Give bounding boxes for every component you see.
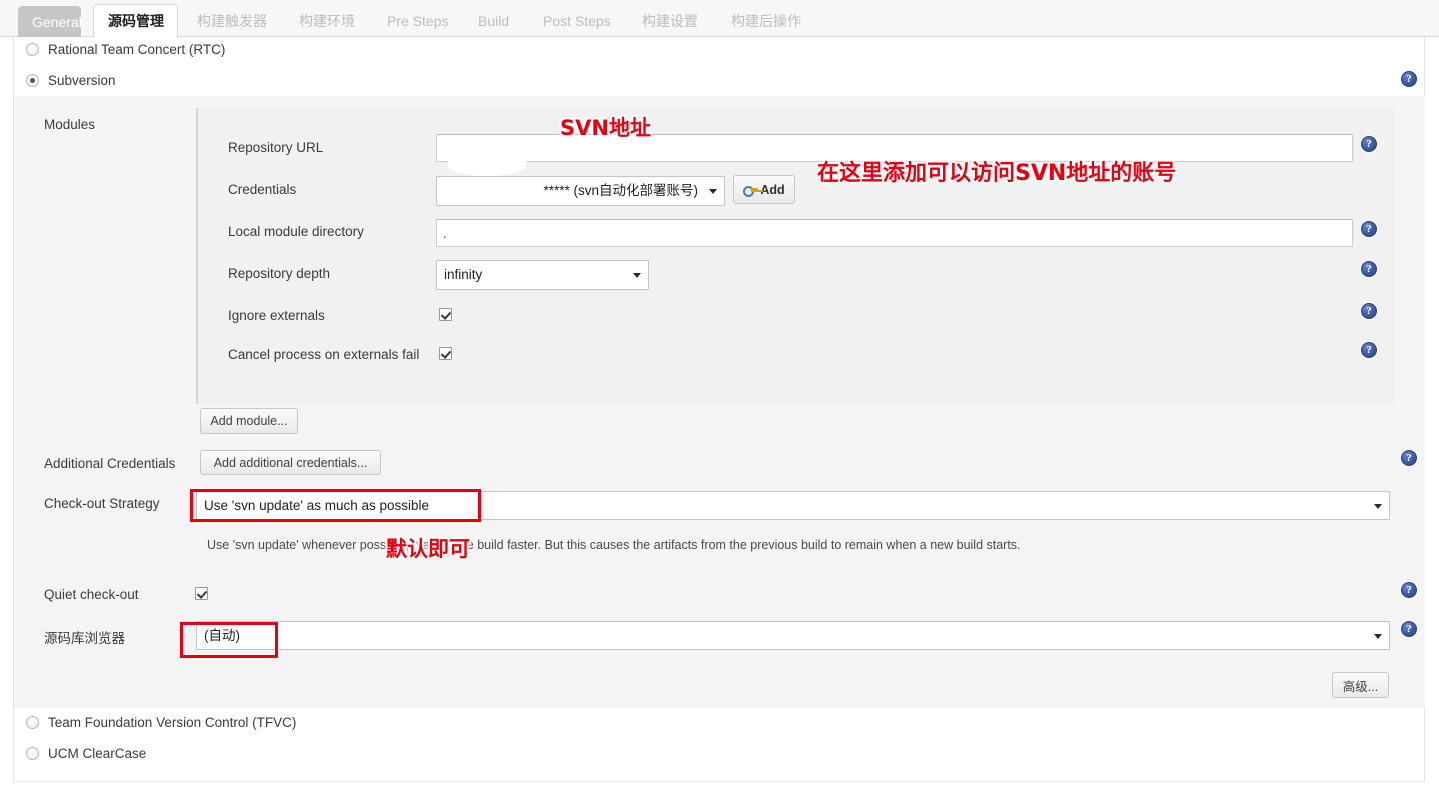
help-icon-repository-url[interactable]: ?	[1361, 136, 1377, 152]
annotation-default-ok: 默认即可	[386, 537, 470, 561]
help-icon-repository-browser[interactable]: ?	[1401, 621, 1417, 637]
tab-post-build-actions[interactable]: 构建后操作	[717, 4, 814, 37]
add-module-button[interactable]: Add module...	[200, 408, 298, 434]
help-icon-additional-credentials[interactable]: ?	[1401, 450, 1417, 466]
repository-browser-select[interactable]: (自动)	[196, 621, 1390, 650]
repository-depth-select-value: infinity	[444, 267, 483, 282]
checkout-strategy-label: Check-out Strategy	[44, 496, 160, 511]
cancel-process-on-externals-fail-label: Cancel process on externals fail	[228, 347, 420, 362]
scm-radio-ucm-clearcase[interactable]: UCM ClearCase	[26, 746, 146, 761]
scm-radio-ucm-clearcase-label: UCM ClearCase	[48, 746, 147, 761]
credentials-select-value: ***** (svn自动化部署账号)	[543, 183, 698, 198]
chevron-down-icon	[1374, 633, 1382, 639]
annotation-add-credentials: 在这里添加可以访问SVN地址的账号	[817, 161, 1177, 186]
scm-radio-tfvc[interactable]: Team Foundation Version Control (TFVC)	[26, 715, 296, 730]
help-icon-local-module-directory[interactable]: ?	[1361, 221, 1377, 237]
repository-depth-label: Repository depth	[228, 266, 331, 281]
chevron-down-icon	[633, 273, 641, 278]
repository-browser-label: 源码库浏览器	[44, 631, 125, 646]
quiet-checkout-checkbox[interactable]	[195, 587, 208, 600]
scm-radio-rtc[interactable]: Rational Team Concert (RTC)	[26, 42, 225, 57]
tab-build[interactable]: Build	[464, 4, 520, 37]
ignore-externals-label: Ignore externals	[228, 308, 325, 323]
key-icon	[743, 184, 759, 197]
checkout-strategy-select-value: Use 'svn update' as much as possible	[204, 498, 430, 513]
ignore-externals-checkbox[interactable]	[439, 308, 452, 321]
add-credentials-button[interactable]: Add	[733, 175, 795, 204]
chevron-down-icon	[1374, 503, 1382, 509]
tab-build-environment[interactable]: 构建环境	[285, 4, 369, 37]
tab-post-steps[interactable]: Post Steps	[529, 4, 620, 37]
advanced-button[interactable]: 高级...	[1332, 672, 1389, 698]
credentials-select[interactable]: ***** (svn自动化部署账号)	[436, 176, 725, 206]
quiet-checkout-label: Quiet check-out	[44, 587, 139, 602]
add-credentials-button-label: Add	[760, 182, 785, 197]
repository-url-redaction	[448, 150, 526, 176]
checkout-strategy-description: Use 'svn update' whenever possible, maki…	[207, 538, 1021, 552]
annotation-svn-url: SVN地址	[560, 116, 651, 140]
jenkins-scm-config-page: General 源码管理 构建触发器 构建环境 Pre Steps Build …	[0, 0, 1439, 789]
scm-radio-subversion[interactable]: Subversion	[26, 73, 116, 88]
add-additional-credentials-button[interactable]: Add additional credentials...	[200, 450, 381, 475]
help-icon-cancel-process-on-externals-fail[interactable]: ?	[1361, 342, 1377, 358]
modules-section-label: Modules	[44, 117, 96, 132]
scm-radio-tfvc-label: Team Foundation Version Control (TFVC)	[48, 715, 297, 730]
tab-source-code-mgmt[interactable]: 源码管理	[93, 4, 178, 38]
credentials-label: Credentials	[228, 182, 297, 197]
scm-radio-subversion-label: Subversion	[48, 73, 116, 88]
local-module-directory-label: Local module directory	[228, 224, 364, 239]
cancel-process-on-externals-fail-checkbox[interactable]	[439, 347, 452, 360]
radio-tfvc-indicator	[26, 716, 39, 729]
help-icon-repository-depth[interactable]: ?	[1361, 261, 1377, 277]
tab-build-settings[interactable]: 构建设置	[628, 4, 712, 37]
radio-subversion-indicator	[26, 74, 39, 87]
scm-radio-rtc-label: Rational Team Concert (RTC)	[48, 42, 226, 57]
radio-rtc-indicator	[26, 43, 39, 56]
tab-build-triggers[interactable]: 构建触发器	[183, 4, 281, 37]
additional-credentials-label: Additional Credentials	[44, 456, 176, 471]
help-icon-ignore-externals[interactable]: ?	[1361, 303, 1377, 319]
checkout-strategy-select[interactable]: Use 'svn update' as much as possible	[196, 491, 1390, 520]
config-tab-bar: General 源码管理 构建触发器 构建环境 Pre Steps Build …	[0, 0, 1439, 38]
repository-url-label: Repository URL	[228, 140, 324, 155]
radio-ucm-clearcase-indicator	[26, 747, 39, 760]
chevron-down-icon	[709, 189, 717, 194]
tab-pre-steps[interactable]: Pre Steps	[373, 4, 455, 37]
repository-browser-select-value: (自动)	[204, 628, 240, 643]
tab-general[interactable]: General	[18, 6, 82, 37]
help-icon-subversion[interactable]: ?	[1401, 71, 1417, 87]
help-icon-quiet-checkout[interactable]: ?	[1401, 582, 1417, 598]
local-module-directory-input[interactable]	[436, 219, 1353, 247]
repository-depth-select[interactable]: infinity	[436, 260, 649, 290]
